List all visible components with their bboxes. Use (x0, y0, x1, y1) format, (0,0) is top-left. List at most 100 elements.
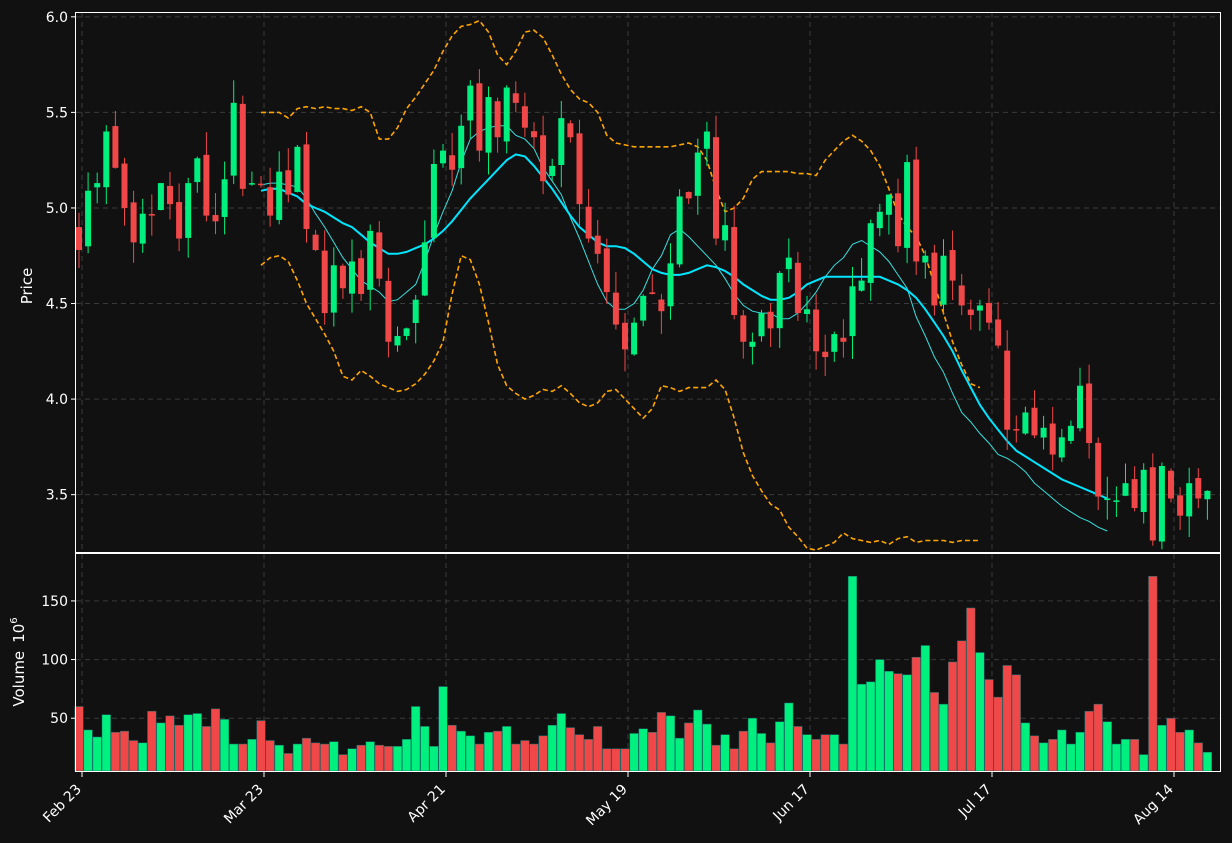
candle-body (321, 250, 328, 314)
volume-bar (775, 721, 785, 772)
candle-body (540, 135, 547, 182)
candle-body (1140, 469, 1147, 513)
candle-body (1186, 483, 1193, 517)
candle-body (394, 336, 401, 346)
volume-tick-label: 100 (41, 653, 68, 669)
volume-bar (311, 742, 321, 772)
candle-body (303, 144, 310, 229)
volume-bar (820, 734, 830, 772)
volume-bar (402, 739, 412, 772)
candle-body (1031, 407, 1038, 436)
candle-body (785, 257, 792, 270)
volume-bar (210, 708, 221, 772)
candle-body (1168, 470, 1174, 499)
candle-body (76, 227, 82, 251)
volume-bar (811, 739, 821, 772)
volume-bar (938, 703, 949, 772)
candle-body (330, 265, 337, 313)
volume-bar (365, 741, 375, 772)
volume-bar (702, 723, 712, 772)
volume-bar (957, 640, 967, 772)
candle-body (703, 131, 710, 149)
candle-body (1058, 437, 1065, 458)
volume-bar (347, 748, 357, 772)
volume-bar (483, 732, 494, 772)
volume-bar (1111, 743, 1121, 772)
candle-body (185, 183, 192, 238)
candle-body (176, 202, 183, 239)
volume-bar (538, 735, 548, 772)
volume-bar (1039, 742, 1049, 772)
candle-body (412, 299, 419, 323)
volume-bar (1011, 674, 1021, 772)
candle-body (658, 299, 665, 312)
candle-body (804, 309, 810, 314)
volume-bar (110, 732, 120, 772)
volume-bar (1193, 742, 1203, 772)
volume-bar (1120, 739, 1131, 772)
volume-bar (875, 659, 885, 772)
candle-body (1067, 425, 1074, 441)
volume-bar (966, 607, 976, 772)
candle-body (549, 165, 556, 176)
candle-body (385, 280, 392, 342)
volume-bar (675, 737, 685, 772)
volume-bar (420, 726, 430, 772)
volume-bar (374, 744, 384, 772)
volume-bar (1084, 710, 1094, 772)
volume-bar (392, 746, 403, 772)
volume-bar (720, 734, 730, 772)
candle-body (103, 131, 110, 188)
candle-body (276, 171, 283, 220)
volume-bar (383, 746, 393, 772)
candle-body (1122, 483, 1129, 496)
candle-body (1013, 429, 1020, 431)
candle-body (558, 118, 565, 166)
volume-bar (1002, 665, 1012, 772)
candle-body (1040, 427, 1047, 438)
candle-body (713, 137, 719, 239)
candle (676, 189, 683, 268)
candle-body (685, 192, 692, 199)
candle (631, 317, 638, 356)
volume-bar (465, 735, 475, 772)
volume-bar (529, 743, 539, 772)
candle-body (503, 87, 510, 142)
volume-bar (766, 742, 776, 772)
candle-body (794, 262, 801, 314)
candle-body (339, 265, 346, 289)
volume-bar (165, 715, 175, 772)
candle-body (230, 102, 237, 176)
volume-bar (629, 733, 639, 772)
volume-bar (156, 722, 166, 772)
candlestick-chart: 3.54.04.55.05.56.0 50100150 Feb 23 Mar 23… (0, 0, 1232, 843)
volume-bar (993, 696, 1003, 772)
candle-body (767, 311, 774, 329)
candle-body (476, 83, 483, 151)
candle-body (958, 285, 965, 306)
candle-body (258, 183, 264, 186)
volume-bar (893, 673, 903, 772)
volume-bar (884, 671, 894, 772)
candle-body (731, 227, 738, 315)
candle-body (449, 155, 456, 170)
candle-body (121, 163, 128, 208)
volume-bar (447, 725, 457, 772)
volume-bar (438, 686, 448, 772)
candle-body (913, 159, 920, 262)
candle-body (167, 185, 173, 205)
volume-bar (283, 753, 293, 772)
price-tick-label: 4.5 (46, 297, 68, 313)
volume-bar (1157, 725, 1167, 772)
volume-bar (129, 740, 139, 772)
candle-body (603, 248, 610, 293)
candle-body (640, 295, 647, 321)
volume-bar (502, 726, 512, 772)
volume-bar (1175, 732, 1185, 772)
volume-bar (620, 748, 630, 772)
candle-body (940, 255, 947, 305)
candle-body (649, 292, 656, 294)
candle-body (285, 170, 292, 195)
volume-bar (301, 737, 312, 772)
price-tick-label: 5.5 (46, 105, 68, 121)
